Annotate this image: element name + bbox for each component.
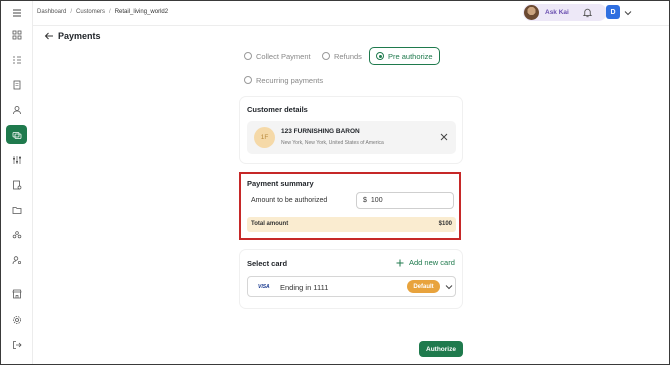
invoice-icon[interactable] (6, 75, 27, 94)
amount-value: 100 (370, 197, 383, 204)
total-amount-row: Total amount $100 (247, 217, 456, 232)
orders-icon[interactable] (6, 50, 27, 69)
bell-icon[interactable] (582, 7, 593, 18)
ask-kai-avatar (524, 5, 539, 20)
radio-label: Pre authorize (388, 51, 433, 61)
customer-icon[interactable] (6, 100, 27, 119)
payments-icon[interactable] (6, 125, 27, 144)
customer-avatar: 1F (254, 127, 275, 148)
breadcrumb-dashboard[interactable]: Dashboard (37, 9, 66, 15)
add-new-card-label: Add new card (409, 258, 455, 267)
radio-circle-selected (376, 52, 384, 60)
user-avatar[interactable]: D (606, 5, 620, 19)
radio-pre-authorize[interactable]: Pre authorize (369, 47, 440, 65)
folder-icon[interactable] (6, 200, 27, 219)
payment-summary-title: Payment summary (247, 179, 314, 188)
sidebar (0, 0, 33, 365)
radio-collect-payment[interactable]: Collect Payment (244, 48, 311, 64)
select-card-title: Select card (247, 259, 288, 268)
breadcrumb-separator: / (109, 9, 111, 15)
radio-refunds[interactable]: Refunds (322, 48, 362, 64)
back-arrow-icon[interactable] (44, 31, 54, 41)
card-ending: Ending in 1111 (280, 283, 329, 292)
breadcrumb-current: Retail_living_world2 (114, 9, 169, 15)
radio-circle (244, 76, 252, 84)
dashboard-icon[interactable] (6, 25, 27, 44)
total-amount-label: Total amount (251, 221, 289, 227)
store-icon[interactable] (6, 284, 27, 303)
page-title: Payments (58, 31, 101, 41)
chevron-down-icon[interactable] (624, 9, 632, 17)
customer-box: 1F 123 FURNISHING BARON New York, New Yo… (247, 121, 456, 154)
gear-icon[interactable] (6, 310, 27, 329)
radio-label: Recurring payments (256, 75, 324, 85)
user-settings-icon[interactable] (6, 250, 27, 269)
menu-icon[interactable] (6, 3, 27, 22)
reports-icon[interactable] (6, 175, 27, 194)
logout-icon[interactable] (6, 335, 27, 354)
customer-details-title: Customer details (247, 105, 308, 114)
chevron-down-icon[interactable] (445, 283, 453, 291)
breadcrumb-customers[interactable]: Customers (76, 9, 105, 15)
settings-sliders-icon[interactable] (6, 150, 27, 169)
card-select-dropdown[interactable]: VISA Ending in 1111 Default (247, 276, 456, 297)
close-icon[interactable] (440, 133, 448, 141)
add-new-card-button[interactable]: Add new card (396, 258, 455, 267)
amount-input[interactable]: $ 100 (356, 192, 454, 209)
ask-kai-label: Ask Kai (545, 9, 569, 16)
customer-address: New York, New York, United States of Ame… (281, 140, 384, 146)
currency-symbol: $ (363, 197, 367, 204)
radio-circle (244, 52, 252, 60)
customer-name: 123 FURNISHING BARON (281, 128, 360, 135)
amount-label: Amount to be authorized (251, 197, 328, 204)
radio-label: Collect Payment (256, 51, 311, 61)
team-icon[interactable] (6, 225, 27, 244)
radio-circle (322, 52, 330, 60)
visa-logo: VISA (258, 284, 270, 290)
default-badge: Default (407, 280, 440, 293)
radio-label: Refunds (334, 51, 362, 61)
ask-kai-button[interactable]: Ask Kai (523, 4, 607, 21)
breadcrumb: Dashboard / Customers / Retail_living_wo… (37, 9, 168, 15)
breadcrumb-separator: / (70, 9, 73, 15)
plus-icon (396, 259, 404, 266)
total-amount-value: $100 (438, 221, 452, 227)
authorize-button[interactable]: Authorize (419, 341, 463, 357)
radio-recurring-payments[interactable]: Recurring payments (244, 72, 323, 88)
